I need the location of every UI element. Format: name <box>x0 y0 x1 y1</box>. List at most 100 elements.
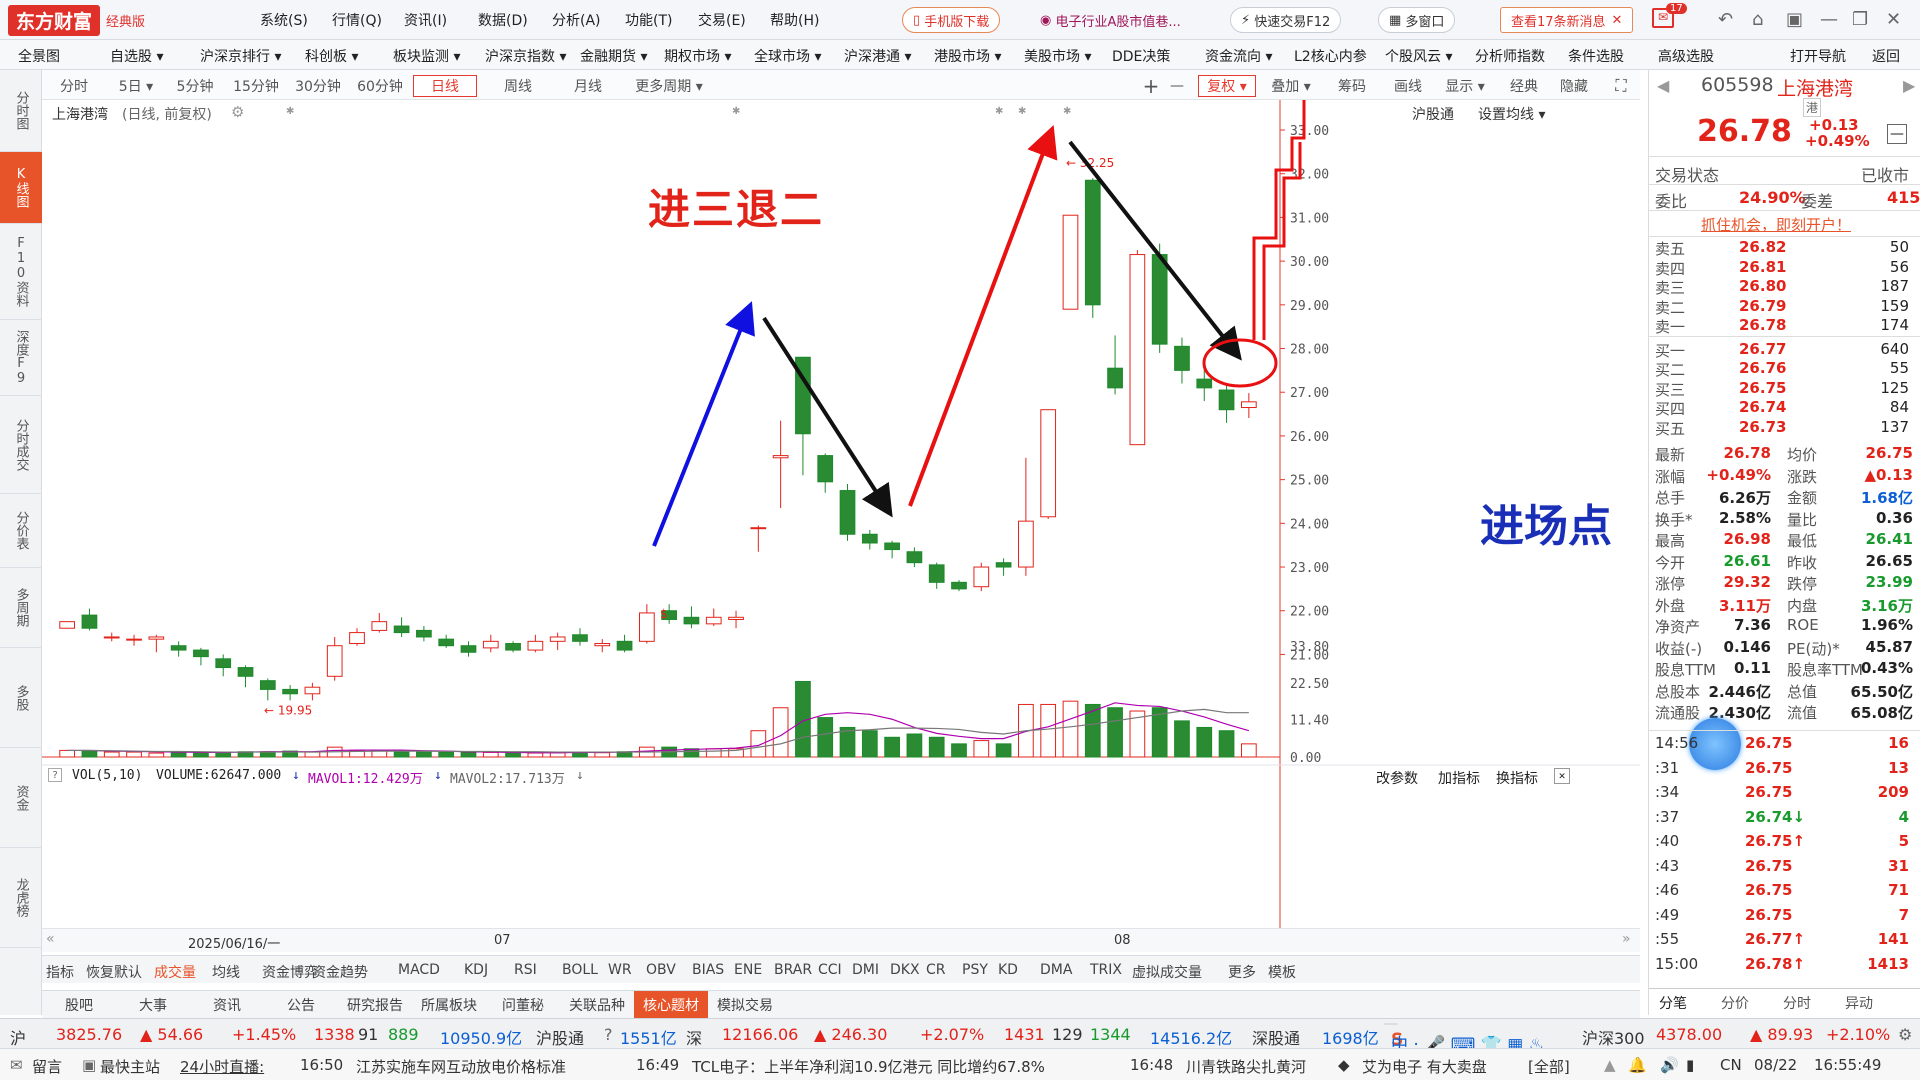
info-tab[interactable]: 关联品种 <box>560 991 634 1019</box>
shirt-icon[interactable]: ⌂ <box>1752 9 1763 30</box>
period-weekly[interactable]: 周线 <box>488 75 548 97</box>
period-daily[interactable]: 日线 <box>413 75 477 97</box>
bid-row[interactable]: 买五 26.73 137 <box>1649 418 1920 438</box>
kline-chart[interactable]: 33.0032.0031.0030.0029.0028.0027.0026.00… <box>42 100 1640 955</box>
switch-indicator-button[interactable]: 换指标 <box>1496 768 1538 788</box>
close-icon[interactable]: ✕ <box>1612 13 1623 28</box>
ime-toolbar[interactable]: S 中 · 🎤 ⌨ 👕 ▦ ♨ <box>1384 1023 1544 1055</box>
display-button[interactable]: 显示 ▾ <box>1438 75 1492 97</box>
right-tab[interactable]: 分时 <box>1783 993 1811 1013</box>
period-5min[interactable]: 5分钟 <box>168 75 222 97</box>
nav-hk[interactable]: 港股市场 ▾ <box>934 46 1001 66</box>
scroll-left-icon[interactable]: « <box>46 931 55 947</box>
indicator-tab[interactable]: MACD <box>398 962 440 978</box>
nav-futures[interactable]: 金融期货 ▾ <box>580 46 647 66</box>
left-tab-multi-stock[interactable]: 多股 <box>0 648 42 748</box>
period-15min[interactable]: 15分钟 <box>226 75 286 97</box>
indicator-tab[interactable]: 模板 <box>1268 962 1296 982</box>
back-icon[interactable]: ↶ <box>1718 9 1733 30</box>
restore-icon[interactable]: ❐ <box>1852 9 1868 30</box>
indicator-tab[interactable]: 均线 <box>212 962 240 982</box>
left-tab-kline[interactable]: K线图 <box>0 152 42 224</box>
bid-row[interactable]: 买四 26.74 84 <box>1649 398 1920 418</box>
info-tab[interactable]: 资讯 <box>190 991 264 1019</box>
news-item-2[interactable]: TCL电子：上半年净利润10.9亿港元 同比增约67.8% <box>692 1056 1045 1077</box>
left-tab-tick[interactable]: 分时成交 <box>0 396 42 494</box>
bell-icon[interactable]: 🔔 <box>1628 1056 1647 1074</box>
ask-row[interactable]: 卖五 26.82 50 <box>1649 238 1920 258</box>
nav-open-guide[interactable]: 打开导航 <box>1790 46 1846 66</box>
date-axis[interactable]: « 2025/06/16/一 07 08 » <box>42 928 1640 952</box>
nav-sector-monitor[interactable]: 板块监测 ▾ <box>393 46 460 66</box>
minimize-icon[interactable]: — <box>1820 9 1838 30</box>
menu-function[interactable]: 功能(T) <box>625 10 672 30</box>
menu-trade[interactable]: 交易(E) <box>698 10 746 30</box>
news-item-4[interactable]: 艾为电子 有大卖盘 <box>1362 1056 1487 1077</box>
info-tab[interactable]: 问董秘 <box>486 991 560 1019</box>
close-icon[interactable]: ✕ <box>1554 768 1570 784</box>
nav-star-board[interactable]: 科创板 ▾ <box>305 46 358 66</box>
sz-label[interactable]: 深 <box>686 1025 702 1049</box>
nav-dde[interactable]: DDE决策 <box>1112 46 1170 66</box>
nav-return[interactable]: 返回 <box>1872 46 1900 66</box>
ask-row[interactable]: 卖一 26.78 174 <box>1649 316 1920 336</box>
layout-icon[interactable]: ▣ <box>1786 9 1803 30</box>
indicator-tab[interactable]: 指标 <box>46 962 74 982</box>
hgt-status-label[interactable]: 沪股通 <box>536 1025 584 1049</box>
nav-global[interactable]: 全球市场 ▾ <box>754 46 821 66</box>
indicator-tab[interactable]: BIAS <box>692 962 724 978</box>
indicator-tab[interactable]: OBV <box>646 962 676 978</box>
indicator-tab[interactable]: 资金趋势 <box>312 962 368 982</box>
chips-button[interactable]: 筹码 <box>1328 75 1376 97</box>
sgt-status-label[interactable]: 深股通 <box>1252 1025 1300 1049</box>
info-tab[interactable]: 模拟交易 <box>708 991 782 1019</box>
prev-stock-icon[interactable]: ◀ <box>1657 76 1669 95</box>
nav-capital-flow[interactable]: 资金流向 ▾ <box>1205 46 1272 66</box>
indicator-tab[interactable]: 成交量 <box>154 962 196 982</box>
nav-condition-pick[interactable]: 条件选股 <box>1568 46 1624 66</box>
info-tab[interactable]: 研究报告 <box>338 991 412 1019</box>
fullscreen-icon[interactable]: ⛶ <box>1610 75 1632 97</box>
nav-l2[interactable]: L2核心内参 <box>1294 46 1367 66</box>
nav-panorama[interactable]: 全景图 <box>18 46 60 66</box>
info-tab[interactable]: 大事 <box>116 991 190 1019</box>
scroll-right-icon[interactable]: » <box>1622 931 1631 947</box>
chart-settings-icon[interactable]: ⚙ <box>231 103 244 121</box>
nav-us[interactable]: 美股市场 ▾ <box>1024 46 1091 66</box>
add-indicator-button[interactable]: 加指标 <box>1438 768 1480 788</box>
indicator-tab[interactable]: KDJ <box>464 962 488 978</box>
ask-row[interactable]: 卖三 26.80 187 <box>1649 277 1920 297</box>
draw-line-button[interactable]: 画线 <box>1384 75 1432 97</box>
period-30min[interactable]: 30分钟 <box>288 75 348 97</box>
server-label[interactable]: 最快主站 <box>100 1056 160 1077</box>
ask-row[interactable]: 卖二 26.79 159 <box>1649 297 1920 317</box>
menu-news[interactable]: 资讯(I) <box>404 10 447 30</box>
bid-row[interactable]: 买一 26.77 640 <box>1649 340 1920 360</box>
ma-settings-button[interactable]: 设置均线 ▾ <box>1478 104 1545 124</box>
indicator-tab[interactable]: CCI <box>818 962 842 978</box>
left-tab-price-table[interactable]: 分价表 <box>0 494 42 568</box>
nav-watchlist[interactable]: 自选股 ▾ <box>110 46 163 66</box>
next-stock-icon[interactable]: ▶ <box>1903 76 1915 95</box>
nav-stock-news[interactable]: 个股风云 ▾ <box>1385 46 1452 66</box>
right-tab[interactable]: 分价 <box>1721 993 1749 1013</box>
indicator-tab[interactable]: DMA <box>1040 962 1072 978</box>
message-icon[interactable]: ✉ <box>10 1056 23 1074</box>
nav-ranking[interactable]: 沪深京排行 ▾ <box>200 46 281 66</box>
news-item-3[interactable]: 川青铁路尖扎黄河 <box>1186 1056 1306 1077</box>
left-tab-depth[interactable]: 深度F9 <box>0 320 42 396</box>
all-news-link[interactable]: [全部] <box>1528 1056 1570 1077</box>
right-tab[interactable]: 异动 <box>1845 993 1873 1013</box>
indicator-tab[interactable]: 虚拟成交量 <box>1132 962 1202 982</box>
nav-analyst[interactable]: 分析师指数 <box>1475 46 1545 66</box>
indicator-tab[interactable]: CR <box>926 962 946 978</box>
hgt-label[interactable]: 沪股通 <box>1412 104 1454 124</box>
left-tab-f10[interactable]: F10资料 <box>0 224 42 320</box>
indicator-tab[interactable]: 恢复默认 <box>86 962 142 982</box>
indicator-tab[interactable]: BRAR <box>774 962 812 978</box>
indicator-tab[interactable]: 资金博弈 <box>262 962 318 982</box>
overlay-button[interactable]: 叠加 ▾ <box>1264 75 1318 97</box>
left-tab-timeshare[interactable]: 分时图 <box>0 70 42 152</box>
indicator-tab[interactable]: DKX <box>890 962 920 978</box>
period-more[interactable]: 更多周期 ▾ <box>624 75 714 97</box>
